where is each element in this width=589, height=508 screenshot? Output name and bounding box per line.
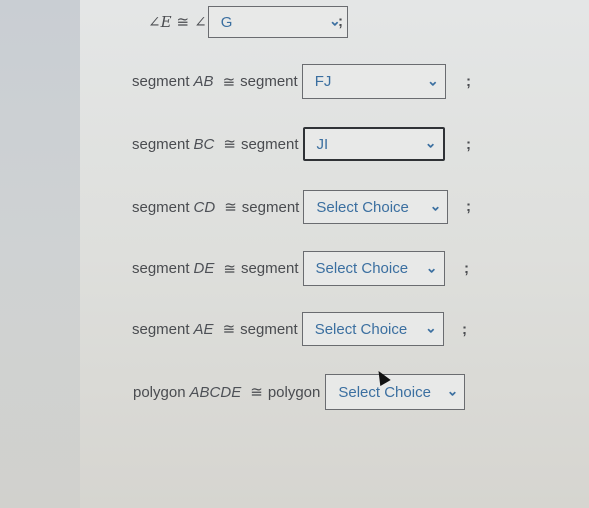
congruent-symbol: ≅ xyxy=(224,199,237,216)
left-panel-edge xyxy=(0,0,80,508)
segment-cd-row: segment CD ≅ segment Select Choice ⌄ xyxy=(132,190,449,224)
chevron-down-icon[interactable]: ⌄ xyxy=(425,320,437,337)
segment-bc-select-value: JI xyxy=(316,135,329,153)
segment-label: segment xyxy=(240,260,299,277)
segment-label: segment xyxy=(132,73,190,90)
segment-label: segment xyxy=(240,73,298,90)
segment-ae-select-value: Select Choice xyxy=(314,320,408,338)
semicolon: ; xyxy=(466,198,471,215)
chevron-down-icon[interactable]: ⌄ xyxy=(425,135,437,152)
semicolon: ; xyxy=(466,73,471,90)
segment-ae-row: segment AE ≅ segment Select Choice ⌄ xyxy=(132,312,444,346)
segment-de-select[interactable]: Select Choice ⌄ xyxy=(302,251,445,286)
segment-ab-select[interactable]: FJ ⌄ xyxy=(301,64,446,99)
congruent-symbol: ≅ xyxy=(176,14,190,31)
angle-congruence-row: ∠E ≅ ∠ G ⌄ xyxy=(148,6,348,38)
segment-ae-var: AE xyxy=(193,320,214,338)
congruent-symbol: ≅ xyxy=(250,384,263,401)
polygon-label: polygon xyxy=(133,383,186,401)
angle-symbol: ∠ xyxy=(194,13,207,31)
congruent-symbol: ≅ xyxy=(222,73,236,91)
chevron-down-icon[interactable]: ⌄ xyxy=(426,259,438,276)
segment-cd-select-value: Select Choice xyxy=(316,198,409,216)
polygon-label: polygon xyxy=(267,383,321,401)
segment-label: segment xyxy=(241,198,300,216)
semicolon: ; xyxy=(462,321,467,338)
segment-label: segment xyxy=(132,198,190,216)
segment-de-var: DE xyxy=(193,260,215,277)
semicolon: ; xyxy=(466,136,471,153)
chevron-down-icon[interactable]: ⌄ xyxy=(430,198,442,215)
polygon-abcde-var: ABCDE xyxy=(189,383,242,401)
segment-label: segment xyxy=(132,135,190,153)
congruent-symbol: ≅ xyxy=(223,136,236,153)
segment-label: segment xyxy=(132,320,190,338)
segment-ae-select[interactable]: Select Choice ⌄ xyxy=(301,312,444,346)
segment-bc-row: segment BC ≅ segment JI ⌄ xyxy=(132,127,445,161)
segment-cd-var: CD xyxy=(193,198,216,216)
polygon-select-value: Select Choice xyxy=(338,383,431,401)
segment-cd-select[interactable]: Select Choice ⌄ xyxy=(303,190,449,224)
segment-ab-var: AB xyxy=(193,73,214,90)
segment-ab-row: segment AB ≅ segment FJ ⌄ xyxy=(132,64,446,99)
angle-select[interactable]: G ⌄ xyxy=(207,6,348,38)
segment-bc-var: BC xyxy=(193,135,215,153)
angle-select-value: G xyxy=(220,13,233,31)
angle-e-label: ∠E xyxy=(148,13,172,31)
segment-de-select-value: Select Choice xyxy=(315,260,409,277)
segment-de-row: segment DE ≅ segment Select Choice ⌄ xyxy=(132,251,445,286)
chevron-down-icon[interactable]: ⌄ xyxy=(447,383,459,400)
congruent-symbol: ≅ xyxy=(223,260,236,278)
semicolon: ; xyxy=(464,260,469,277)
semicolon: ; xyxy=(338,13,343,30)
polygon-select[interactable]: Select Choice ⌄ xyxy=(325,374,466,410)
segment-label: segment xyxy=(132,260,190,277)
segment-label: segment xyxy=(240,135,299,153)
congruent-symbol: ≅ xyxy=(222,321,236,338)
polygon-row: polygon ABCDE ≅ polygon Select Choice ⌄ xyxy=(133,374,466,410)
segment-ab-select-value: FJ xyxy=(314,73,332,90)
segment-label: segment xyxy=(240,320,298,338)
segment-bc-select[interactable]: JI ⌄ xyxy=(302,127,445,161)
chevron-down-icon[interactable]: ⌄ xyxy=(427,72,439,89)
